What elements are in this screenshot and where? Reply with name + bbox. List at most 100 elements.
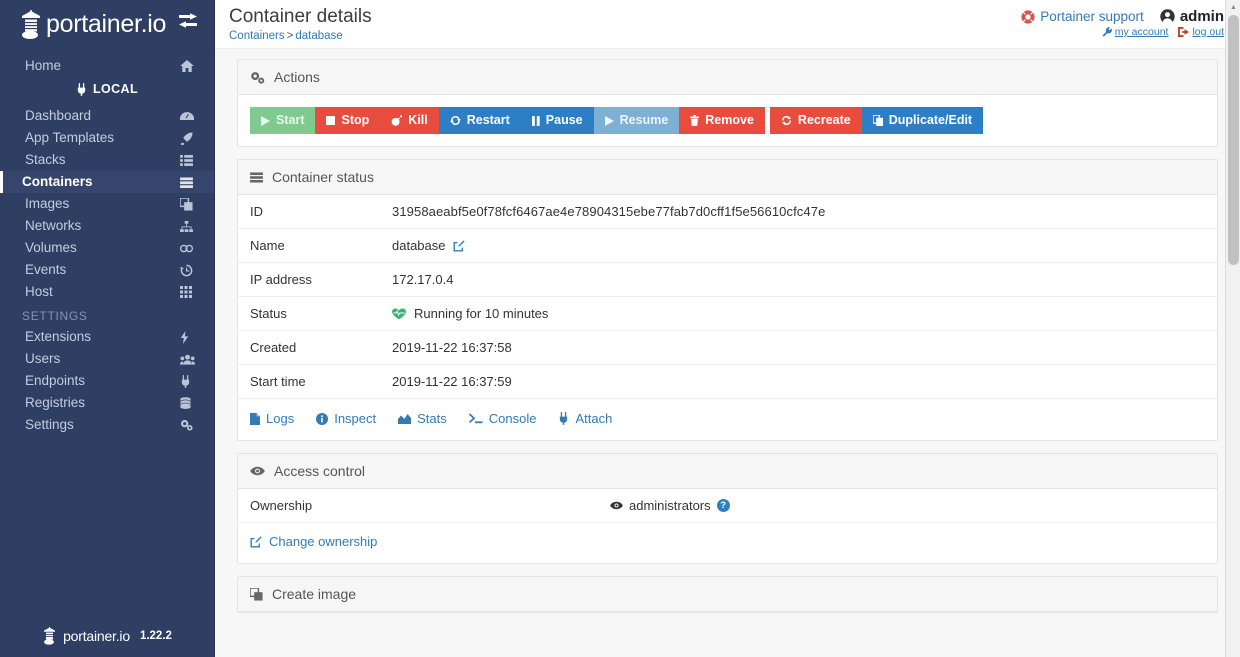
sidebar-item-app-templates[interactable]: App Templates [0,127,214,149]
my-account-link[interactable]: my account [1102,26,1169,38]
row-key: Start time [238,364,380,398]
table-row: IP address 172.17.0.4 [238,262,1217,297]
attach-link[interactable]: Attach [558,411,612,426]
current-user-label: admin [1179,8,1224,25]
stop-button[interactable]: Stop [315,107,381,134]
home-icon [180,60,196,72]
edit-icon[interactable] [453,240,465,252]
sidebar-item-users[interactable]: Users [0,348,214,370]
cogs-icon [180,419,196,431]
sidebar-item-label: Registries [25,395,86,411]
sidebar-footer: portainer.io 1.22.2 [0,627,214,657]
sidebar-item-settings[interactable]: Settings [0,414,214,436]
copy-icon [872,115,883,126]
container-tools-links: Logs Inspect Stats Console Attach [238,398,1217,440]
scroll-up-arrow-icon[interactable]: ▲ [1226,0,1240,15]
console-link[interactable]: Console [468,411,536,426]
sidebar-section-settings: SETTINGS [22,309,88,323]
sidebar-item-registries[interactable]: Registries [0,392,214,414]
inspect-link-label: Inspect [334,411,377,426]
sidebar-item-label: Endpoints [25,373,86,389]
hdd-icon [180,243,196,254]
table-row: Status Running for 10 minutes [238,296,1217,331]
actions-panel-body: Start Stop Kill Restart Pause Resume Rem… [238,95,1217,146]
container-status-panel-header: Container status [238,160,1217,195]
sidebar-item-containers[interactable]: Containers [0,171,214,193]
restart-button[interactable]: Restart [438,107,521,134]
rocket-icon [180,131,196,145]
th-icon [180,286,196,298]
pause-button[interactable]: Pause [520,107,594,134]
edit-icon [250,535,262,548]
sidebar-active-endpoint[interactable]: LOCAL [0,77,214,105]
app-root: portainer.io Home LOCAL Dashboard App Te… [0,0,1240,657]
history-icon [180,264,196,277]
sidebar-item-label: Dashboard [25,108,92,124]
current-user[interactable]: admin [1160,8,1224,25]
pause-button-label: Pause [545,113,583,127]
sidebar-item-endpoints[interactable]: Endpoints [0,370,214,392]
users-icon [180,354,196,365]
heartbeat-icon [392,307,406,320]
breadcrumb-current-link[interactable]: database [295,30,342,42]
stop-icon [326,116,336,125]
sidebar-item-home[interactable]: Home [0,55,214,77]
my-account-label: my account [1114,26,1169,38]
sidebar-item-label: Settings [25,417,74,433]
restart-button-label: Restart [466,113,510,127]
sidebar-item-label: Events [25,262,67,278]
sidebar-item-events[interactable]: Events [0,259,214,281]
sync-icon [449,115,461,126]
sidebar-item-networks[interactable]: Networks [0,215,214,237]
table-row: ID 31958aeabf5e0f78fcf6467ae4e78904315eb… [238,195,1217,229]
sidebar-item-stacks[interactable]: Stacks [0,149,214,171]
sidebar-item-images[interactable]: Images [0,193,214,215]
start-button[interactable]: Start [250,107,316,134]
recreate-button[interactable]: Recreate [769,107,862,134]
server-icon [250,171,263,183]
sidebar-item-label: Host [25,284,53,300]
container-status-panel-title: Container status [272,169,374,185]
life-ring-icon [1021,9,1035,24]
plug-icon [76,82,87,96]
logs-link[interactable]: Logs [250,411,294,426]
collapse-toggle-icon[interactable] [178,13,198,29]
log-out-link[interactable]: log out [1178,26,1224,38]
breadcrumb-separator: > [286,29,294,42]
clone-icon [180,197,196,211]
duplicate-edit-button[interactable]: Duplicate/Edit [861,107,984,134]
container-status-value: Running for 10 minutes [414,306,549,321]
scrollbar-thumb[interactable] [1228,15,1239,265]
sidebar-item-dashboard[interactable]: Dashboard [0,105,214,127]
sidebar-item-label: Extensions [25,329,92,345]
ownership-value-group: administrators ? [610,498,730,513]
create-image-panel-header: Create image [238,577,1217,612]
info-circle-icon [316,412,329,425]
start-button-label: Start [276,113,305,127]
cogs-icon [250,71,265,84]
bomb-icon [391,115,403,126]
sidebar-item-volumes[interactable]: Volumes [0,237,214,259]
stats-link[interactable]: Stats [398,411,447,426]
sidebar-item-host[interactable]: Host [0,281,214,303]
access-control-panel-header: Access control [238,454,1217,489]
container-name-value: database [392,238,446,253]
user-circle-icon [1160,9,1175,24]
sidebar-item-extensions[interactable]: Extensions [0,326,214,348]
question-icon[interactable]: ? [716,499,730,512]
breadcrumb-parent-link[interactable]: Containers [229,30,285,42]
recreate-button-label: Recreate [797,113,851,127]
container-status-table: ID 31958aeabf5e0f78fcf6467ae4e78904315eb… [238,195,1217,398]
sidebar-footer-brand: portainer.io [63,628,130,644]
change-ownership-link[interactable]: Change ownership [238,522,1217,563]
resume-button[interactable]: Resume [593,107,680,134]
inspect-link[interactable]: Inspect [316,411,376,426]
remove-button[interactable]: Remove [679,107,765,134]
row-value: Running for 10 minutes [380,296,1217,331]
file-icon [250,412,260,425]
vertical-scrollbar[interactable]: ▲ [1225,0,1240,657]
portainer-support-link[interactable]: Portainer support [1021,9,1144,24]
kill-button[interactable]: Kill [380,107,439,134]
sidebar-brand[interactable]: portainer.io [0,0,214,45]
access-control-panel: Access control Ownership administrators … [237,453,1218,564]
